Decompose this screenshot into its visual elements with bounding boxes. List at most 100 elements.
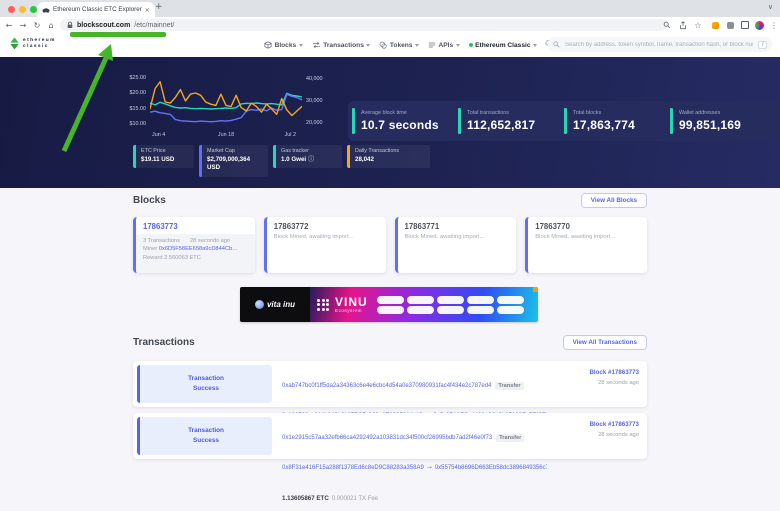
tx-hash-link[interactable]: 0xab747bc0f1ff5da2a34363c6e4e6cbc4d54a0e… — [282, 383, 491, 389]
browser-tab[interactable]: Ethereum Classic ETC Explorer × — [37, 2, 155, 17]
lock-icon — [67, 21, 73, 29]
reload-button[interactable]: ↻ — [31, 17, 43, 33]
chevron-down-icon — [456, 44, 460, 47]
home-button[interactable]: ⌂ — [45, 17, 57, 33]
tab-search-chevron-icon[interactable]: ∨ — [768, 3, 773, 11]
block-meta: 3 Transactions28 seconds ago Miner 0x6D5… — [136, 234, 255, 273]
ad-title: VINU — [335, 296, 368, 308]
search-toolbar-icon[interactable] — [661, 17, 673, 33]
tx-type-badge: Transfer — [495, 382, 523, 390]
tx-block-link[interactable]: Block #17863773 — [547, 369, 639, 376]
block-number[interactable]: 17863771 — [398, 217, 517, 234]
transactions-title: Transactions — [133, 337, 195, 348]
transaction-block-info: Block #17863773 28 seconds ago — [547, 417, 643, 455]
block-number-link[interactable]: 17863773 — [136, 217, 255, 234]
legend-market-cap[interactable]: Market Cap $2,709,000,364 USD — [199, 145, 268, 177]
browser-toolbar: ← → ↻ ⌂ blockscout.com/etc/mainnet/ ☆ ⋮ — [0, 17, 780, 33]
block-card[interactable]: 17863771 Block Mined, awaiting import... — [395, 217, 517, 273]
legend-daily-transactions[interactable]: Daily Transactions 28,042 — [347, 145, 430, 168]
info-icon[interactable]: ⓘ — [308, 156, 314, 163]
sidebar-icon[interactable] — [739, 17, 751, 33]
fullscreen-window-button[interactable] — [30, 6, 37, 13]
ad-banner[interactable]: vita inu VINU Ecosystem — [240, 287, 538, 322]
tx-hash-link[interactable]: 0x1e2915c57aa32efb66ca4292492a103831dc34… — [282, 435, 492, 441]
url-host: blockscout.com — [77, 22, 130, 29]
blocks-row: 17863773 3 Transactions28 seconds ago Mi… — [133, 217, 647, 273]
hero-section: $25.00 $20.00 $15.00 $10.00 40,000 30,00… — [0, 57, 780, 188]
tx-type-badge: Transfer — [496, 434, 524, 442]
cube-icon — [264, 41, 272, 49]
block-status: Block Mined, awaiting import... — [267, 234, 386, 240]
block-card-featured[interactable]: 17863773 3 Transactions28 seconds ago Mi… — [133, 217, 255, 273]
nav-tokens[interactable]: Tokens — [379, 41, 419, 49]
browser-tabstrip: Ethereum Classic ETC Explorer × + ∨ — [0, 0, 780, 17]
main-nav: Blocks Transactions Tokens APIs Ethereum… — [264, 33, 537, 57]
tx-block-link[interactable]: Block #17863773 — [547, 421, 639, 428]
block-card[interactable]: 17863772 Block Mined, awaiting import... — [264, 217, 386, 273]
close-window-button[interactable] — [8, 6, 15, 13]
tab-title: Ethereum Classic ETC Explorer — [53, 6, 142, 13]
stat-average-block-time: Average block time10.7 seconds — [352, 108, 458, 134]
blocks-section-header: Blocks View All Blocks — [133, 193, 647, 208]
transaction-block-info: Block #17863773 28 seconds ago — [547, 365, 643, 403]
tab-favicon — [42, 6, 50, 14]
search-input[interactable] — [563, 41, 755, 49]
miner-address-link[interactable]: 0x6D5F58EE658a9cD844Cb42337... — [159, 245, 239, 253]
profile-avatar[interactable] — [753, 17, 765, 33]
new-tab-button[interactable]: + — [155, 2, 163, 12]
view-all-blocks-button[interactable]: View All Blocks — [581, 193, 647, 208]
transaction-row[interactable]: Transaction Success 0xab747bc0f1ff5da2a3… — [133, 361, 647, 407]
nav-transactions[interactable]: Transactions — [312, 41, 371, 49]
ad-marker — [533, 287, 538, 292]
block-card[interactable]: 17863770 Block Mined, awaiting import... — [525, 217, 647, 273]
search-icon — [553, 41, 560, 48]
bookmark-star-icon[interactable]: ☆ — [692, 17, 704, 33]
legend-gas-tracker[interactable]: Gas tracker 1.0 Gweiⓘ — [273, 145, 342, 168]
view-all-transactions-button[interactable]: View All Transactions — [563, 335, 647, 350]
transaction-status-badge: Transaction Success — [137, 417, 272, 455]
search-bar[interactable]: / — [548, 37, 772, 52]
stat-accent-bar — [352, 108, 355, 134]
forward-button[interactable]: → — [17, 17, 29, 33]
ad-brand: vita inu — [240, 287, 310, 322]
vinu-dots-icon — [317, 299, 329, 311]
network-status-dot — [469, 43, 473, 47]
site-header: ethereum classic Blocks Transactions Tok… — [0, 33, 780, 57]
back-button[interactable]: ← — [3, 17, 15, 33]
nav-apis[interactable]: APIs — [428, 41, 460, 49]
chart-y-axis-right: 40,000 30,000 20,000 — [306, 75, 340, 129]
arrow-right-icon: → — [427, 464, 432, 471]
block-number[interactable]: 17863772 — [267, 217, 386, 234]
blocks-title: Blocks — [133, 195, 166, 206]
tx-to-link[interactable]: 0x55754b8696D663Eb58dc3896849356c7969886… — [435, 465, 547, 471]
block-status: Block Mined, awaiting import... — [398, 234, 517, 240]
chart-legend: ETC Price $19.11 USD Market Cap $2,709,0… — [133, 145, 430, 177]
transaction-details: 0xab747bc0f1ff5da2a34363c6e4e6cbc4d54a0e… — [272, 365, 547, 403]
transaction-row[interactable]: Transaction Success 0x1e2915c57aa32efb66… — [133, 413, 647, 459]
share-icon[interactable] — [677, 17, 689, 33]
ethereum-classic-logo[interactable]: ethereum classic — [9, 37, 56, 50]
extension-icon[interactable] — [709, 17, 721, 33]
block-status: Block Mined, awaiting import... — [528, 234, 647, 240]
chevron-down-icon — [533, 44, 537, 47]
ad-ecosystem-pills — [377, 296, 524, 314]
price-chart[interactable] — [150, 75, 302, 129]
logo-line1: ethereum — [23, 38, 56, 44]
nav-blocks[interactable]: Blocks — [264, 41, 303, 49]
network-selector[interactable]: Ethereum Classic — [469, 42, 537, 49]
browser-menu-icon[interactable]: ⋮ — [768, 17, 780, 33]
etc-diamond-icon — [9, 37, 20, 50]
tab-close-icon[interactable]: × — [145, 6, 150, 14]
extensions-puzzle-icon[interactable] — [724, 17, 736, 33]
stat-accent-bar — [564, 108, 567, 134]
url-bar[interactable]: blockscout.com/etc/mainnet/ — [60, 19, 668, 31]
block-number[interactable]: 17863770 — [528, 217, 647, 234]
window-controls — [8, 6, 37, 13]
url-path: /etc/mainnet/ — [134, 22, 174, 29]
minimize-window-button[interactable] — [19, 6, 26, 13]
legend-etc-price[interactable]: ETC Price $19.11 USD — [133, 145, 194, 168]
main-content: Blocks View All Blocks 17863773 3 Transa… — [0, 188, 780, 450]
transaction-status-badge: Transaction Success — [137, 365, 272, 403]
search-shortcut-badge: / — [758, 41, 767, 49]
tx-from-link[interactable]: 0x8F31e416F15a288f1378Ed6c8eD9C88283a358… — [282, 465, 424, 471]
